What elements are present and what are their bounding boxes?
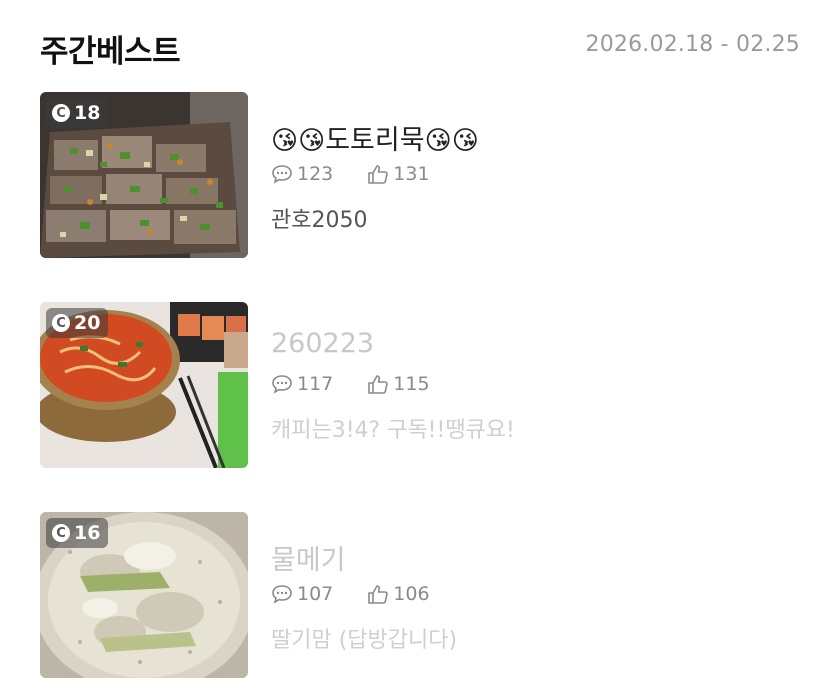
post-title[interactable]: 260223 <box>271 328 374 359</box>
post-thumbnail[interactable]: C 18 <box>40 92 248 258</box>
post-stats: 123 131 <box>271 162 464 186</box>
speech-bubble-icon <box>272 375 292 394</box>
speech-bubble-icon <box>272 165 292 184</box>
like-count: 131 <box>367 163 430 185</box>
thumbs-up-icon <box>368 375 389 394</box>
post-title-text: 물메기 <box>271 545 346 576</box>
c-coin-icon: C <box>52 314 70 332</box>
thumbs-up-icon <box>368 585 389 604</box>
like-count-value: 106 <box>393 583 430 605</box>
rank-badge: C 18 <box>46 98 109 128</box>
comment-count: 117 <box>271 373 333 395</box>
post-stats: 117 115 <box>271 372 464 396</box>
post-info: 260223 117 115 캐피는3!4? 구독!!땡큐요! <box>271 302 800 468</box>
comment-count-value: 117 <box>297 373 334 395</box>
weekly-best-header: 주간베스트 2026.02.18 - 02.25 <box>40 22 800 70</box>
comment-count: 107 <box>271 583 333 605</box>
rank-badge: C 16 <box>46 518 109 548</box>
post-stats: 107 106 <box>271 582 464 606</box>
c-coin-icon: C <box>52 524 70 542</box>
post-title[interactable]: 물메기 <box>271 538 346 577</box>
comment-count-value: 107 <box>297 583 334 605</box>
post-title-text: 260223 <box>271 328 375 359</box>
like-count: 106 <box>367 583 430 605</box>
section-title: 주간베스트 <box>40 34 181 70</box>
post-info: 물메기 107 106 딸기맘 (답방갑니다) <box>271 512 800 678</box>
post-author[interactable]: 캐피는3!4? 구독!!땡큐요! <box>271 412 515 444</box>
post-card[interactable]: C 18 😘😘도토리묵😘😘 123 131 관호2050 <box>40 92 800 258</box>
post-card[interactable]: C 20 260223 117 115 캐피는3!4? 구독!!땡큐요! <box>40 302 800 468</box>
rank-badge: C 20 <box>46 308 109 338</box>
post-author[interactable]: 관호2050 <box>271 202 367 234</box>
post-title[interactable]: 😘😘도토리묵😘😘 <box>271 118 479 157</box>
comment-count: 123 <box>271 163 333 185</box>
c-coin-icon: C <box>52 104 70 122</box>
post-thumbnail[interactable]: C 20 <box>40 302 248 468</box>
post-info: 😘😘도토리묵😘😘 123 131 관호2050 <box>271 92 800 258</box>
date-range: 2026.02.18 - 02.25 <box>585 32 800 57</box>
post-title-text: 도토리묵 <box>325 125 425 156</box>
rank-badge-value: 18 <box>74 102 101 124</box>
post-thumbnail[interactable]: C 16 <box>40 512 248 678</box>
post-card[interactable]: C 16 물메기 107 106 딸기맘 (답방갑니다) <box>40 512 800 678</box>
rank-badge-value: 16 <box>74 522 101 544</box>
comment-count-value: 123 <box>297 163 334 185</box>
speech-bubble-icon <box>272 585 292 604</box>
like-count: 115 <box>367 373 430 395</box>
kiss-emoji-prefix: 😘😘 <box>271 126 326 156</box>
rank-badge-value: 20 <box>74 312 101 334</box>
thumbs-up-icon <box>368 165 389 184</box>
like-count-value: 131 <box>393 163 430 185</box>
post-author[interactable]: 딸기맘 (답방갑니다) <box>271 622 457 654</box>
like-count-value: 115 <box>393 373 430 395</box>
kiss-emoji-suffix: 😘😘 <box>424 126 479 156</box>
